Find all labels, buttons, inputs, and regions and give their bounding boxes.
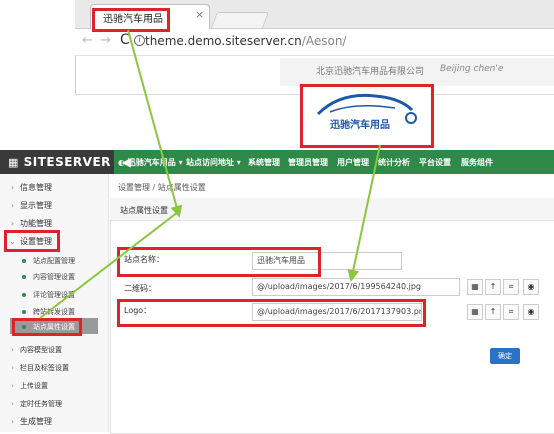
arrow-logo-to-input [347, 144, 381, 282]
annotation-arrows [39, 29, 381, 319]
arrow-panel-to-sidebar [39, 211, 179, 319]
arrow-tab-to-panel [127, 29, 183, 218]
